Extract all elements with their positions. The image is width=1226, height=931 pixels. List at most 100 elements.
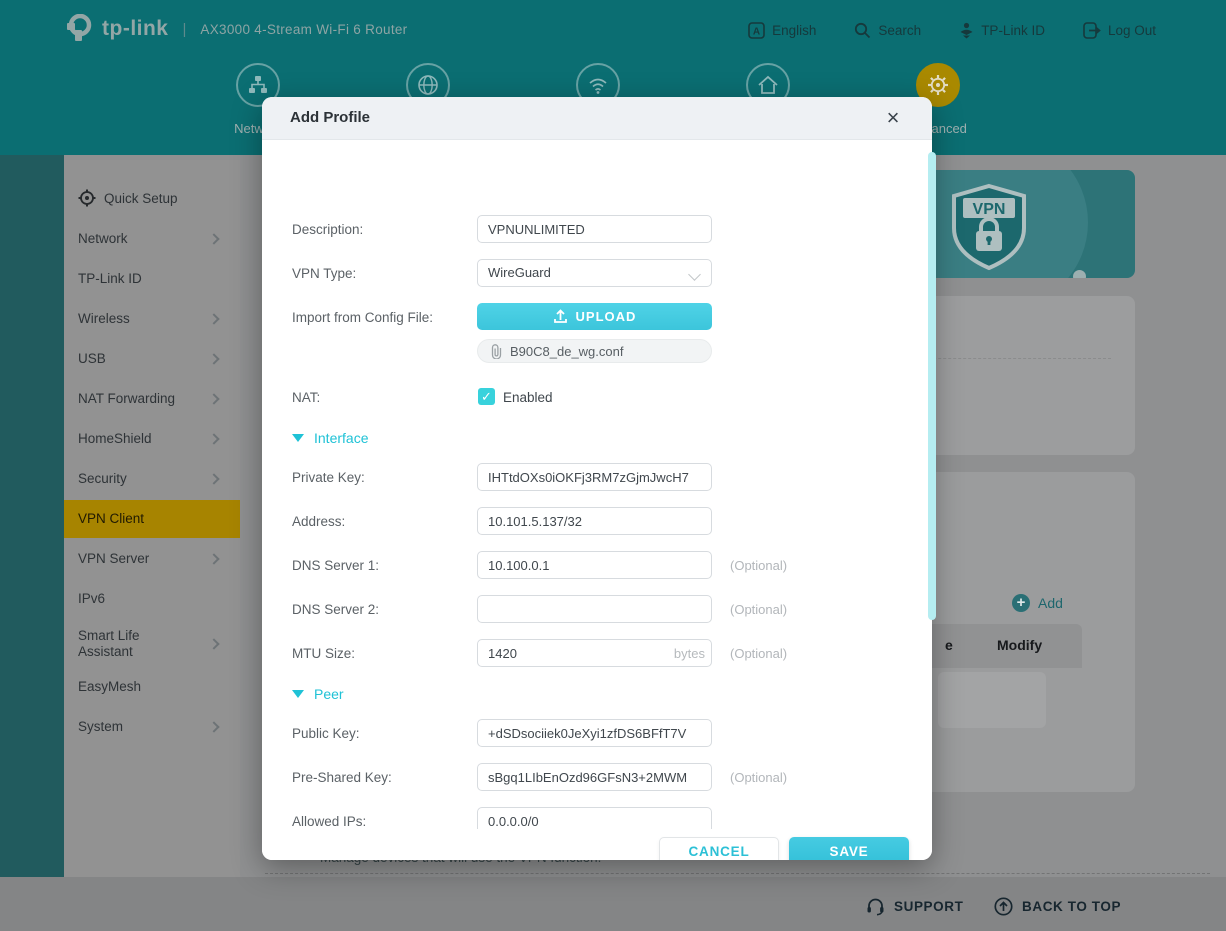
router-model-title: AX3000 4-Stream Wi-Fi 6 Router	[200, 22, 407, 37]
table-column-modify: Modify	[997, 637, 1042, 653]
vpn-type-select[interactable]: WireGuard	[477, 259, 712, 287]
sidebar-item-ipv6[interactable]: IPv6	[64, 580, 240, 618]
dns2-optional-hint: (Optional)	[730, 602, 787, 617]
footer-dashed-divider	[265, 873, 1210, 874]
mtu-size-label: MTU Size:	[292, 646, 355, 661]
sidebar-item-smart-life-assistant[interactable]: Smart Life Assistant	[64, 618, 240, 670]
description-input[interactable]	[477, 215, 712, 243]
tplink-logo-icon	[64, 14, 94, 44]
dns1-optional-hint: (Optional)	[730, 558, 787, 573]
chevron-right-icon	[208, 638, 219, 649]
public-key-input[interactable]	[477, 719, 712, 747]
dns-server-1-input[interactable]	[477, 551, 712, 579]
sidebar-item-system[interactable]: System	[64, 708, 240, 746]
sidebar-item-wireless[interactable]: Wireless	[64, 300, 240, 338]
brand-block: tp-link | AX3000 4-Stream Wi-Fi 6 Router	[64, 14, 407, 44]
dialog-header: Add Profile ×	[262, 97, 932, 140]
dialog-body: Description: VPN Type: WireGuard Import …	[262, 141, 932, 860]
peer-section-toggle[interactable]: Peer	[292, 686, 344, 702]
add-profile-button[interactable]: + Add	[1012, 594, 1063, 612]
chevron-right-icon	[208, 353, 219, 364]
tplink-id-label: TP-Link ID	[981, 23, 1045, 38]
language-label: English	[772, 23, 816, 38]
save-button[interactable]: SAVE	[789, 837, 909, 860]
uploaded-file-name: B90C8_de_wg.conf	[510, 344, 623, 359]
arrow-up-circle-icon	[994, 897, 1013, 916]
triangle-down-icon	[292, 434, 304, 442]
sidebar-item-easymesh[interactable]: EasyMesh	[64, 668, 240, 706]
sidebar-item-security[interactable]: Security	[64, 460, 240, 498]
public-key-label: Public Key:	[292, 726, 360, 741]
language-selector[interactable]: A English	[748, 22, 816, 39]
search-icon	[854, 22, 871, 39]
close-icon[interactable]: ×	[878, 103, 908, 133]
chevron-right-icon	[208, 313, 219, 324]
vpn-type-value: WireGuard	[488, 265, 551, 280]
uploaded-file-chip: B90C8_de_wg.conf	[477, 339, 712, 363]
nat-checkbox-label: Enabled	[503, 390, 553, 405]
search-button[interactable]: Search	[854, 22, 921, 39]
chevron-right-icon	[208, 473, 219, 484]
nat-label: NAT:	[292, 390, 320, 405]
mtu-bytes-suffix: bytes	[657, 646, 705, 661]
vpn-shield-icon: VPN	[948, 183, 1030, 276]
cancel-button[interactable]: CANCEL	[659, 837, 779, 860]
language-icon: A	[748, 22, 765, 39]
upload-button[interactable]: UPLOAD	[477, 303, 712, 330]
dns-server-2-input[interactable]	[477, 595, 712, 623]
triangle-down-icon	[292, 690, 304, 698]
quick-setup-icon	[78, 189, 96, 210]
plus-icon: +	[1012, 594, 1030, 612]
chevron-right-icon	[208, 233, 219, 244]
banner-dot	[1073, 270, 1086, 278]
support-button[interactable]: SUPPORT	[866, 897, 963, 916]
back-to-top-button[interactable]: BACK TO TOP	[994, 897, 1121, 916]
private-key-label: Private Key:	[292, 470, 365, 485]
import-config-label: Import from Config File:	[292, 310, 433, 325]
dialog-scrollbar[interactable]	[928, 152, 936, 620]
sidebar-item-network[interactable]: Network	[64, 220, 240, 258]
upload-icon	[553, 309, 568, 324]
left-margin-strip	[0, 155, 64, 931]
sidebar-item-usb[interactable]: USB	[64, 340, 240, 378]
interface-section-label: Interface	[314, 430, 368, 446]
tplink-id-button[interactable]: TP-Link ID	[959, 22, 1045, 39]
sidebar-menu: Quick Setup Network TP-Link ID Wireless …	[64, 160, 240, 931]
peer-section-label: Peer	[314, 686, 344, 702]
pre-shared-key-input[interactable]	[477, 763, 712, 791]
interface-section-toggle[interactable]: Interface	[292, 430, 368, 446]
page-footer: SUPPORT BACK TO TOP	[0, 877, 1226, 931]
search-label: Search	[878, 23, 921, 38]
brand-name: tp-link	[102, 17, 169, 41]
svg-text:A: A	[753, 26, 760, 37]
headset-icon	[866, 897, 885, 916]
pre-shared-key-label: Pre-Shared Key:	[292, 770, 392, 785]
logout-icon	[1083, 22, 1101, 39]
address-label: Address:	[292, 514, 345, 529]
add-button-label: Add	[1038, 595, 1063, 611]
brand-separator: |	[183, 21, 187, 38]
dns-server-1-label: DNS Server 1:	[292, 558, 379, 573]
pre-shared-optional-hint: (Optional)	[730, 770, 787, 785]
sidebar-item-nat-forwarding[interactable]: NAT Forwarding	[64, 380, 240, 418]
logout-button[interactable]: Log Out	[1083, 22, 1156, 39]
support-label: SUPPORT	[894, 899, 963, 914]
sidebar-item-vpn-client[interactable]: VPN Client	[64, 500, 240, 538]
sidebar-item-quick-setup[interactable]: Quick Setup	[64, 180, 240, 218]
dns-server-2-label: DNS Server 2:	[292, 602, 379, 617]
address-input[interactable]	[477, 507, 712, 535]
sidebar-item-tplink-id[interactable]: TP-Link ID	[64, 260, 240, 298]
chevron-down-icon	[688, 268, 701, 281]
add-profile-dialog: Add Profile × Description: VPN Type: Wir…	[262, 97, 932, 860]
chevron-right-icon	[208, 433, 219, 444]
sidebar-item-vpn-server[interactable]: VPN Server	[64, 540, 240, 578]
mtu-optional-hint: (Optional)	[730, 646, 787, 661]
sidebar-item-homeshield[interactable]: HomeShield	[64, 420, 240, 458]
private-key-input[interactable]	[477, 463, 712, 491]
upload-button-label: UPLOAD	[576, 309, 637, 324]
nat-enabled-checkbox[interactable]: ✓	[478, 388, 495, 405]
dialog-title: Add Profile	[290, 109, 370, 126]
table-row-placeholder	[938, 672, 1046, 728]
paperclip-icon	[490, 344, 503, 359]
allowed-ips-label: Allowed IPs:	[292, 814, 366, 829]
